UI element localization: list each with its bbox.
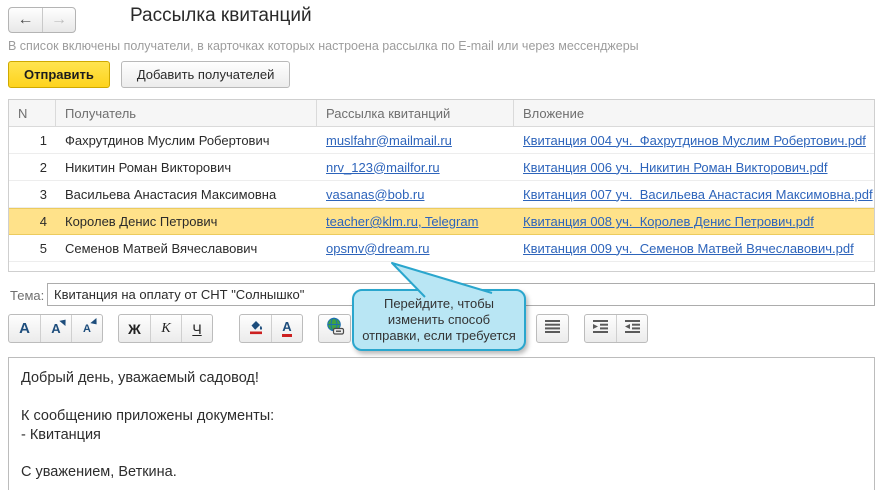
delivery-method-link[interactable]: opsmv@dream.ru (326, 241, 430, 256)
nav-history-group: ← → (8, 7, 76, 33)
callout-tail-icon (380, 255, 510, 303)
font-size-up-button[interactable]: A (40, 315, 71, 342)
text-color-icon: A (282, 320, 291, 337)
row-number: 4 (9, 214, 56, 229)
table-row[interactable]: 1Фахрутдинов Муслим Робертович muslfahr@m… (9, 127, 874, 154)
font-size-up-icon: A (51, 321, 60, 336)
column-header[interactable]: N (9, 100, 56, 126)
underline-button[interactable]: Ч (181, 315, 212, 342)
row-number: 1 (9, 133, 56, 148)
bold-button[interactable]: Ж (119, 315, 150, 342)
delivery-method-link[interactable]: vasanas@bob.ru (326, 187, 424, 202)
attachment-link[interactable]: Квитанция 009 уч. Семенов Матвей Вячесла… (523, 241, 854, 256)
subject-label: Тема: (10, 288, 44, 303)
style-group: Ж К Ч (118, 314, 213, 343)
link-group (318, 314, 351, 343)
forward-arrow-icon: → (51, 11, 67, 29)
delivery-method-link[interactable]: muslfahr@mailmail.ru (326, 133, 452, 148)
justify-icon (544, 319, 561, 338)
text-color-button[interactable]: A (271, 315, 302, 342)
align-group (536, 314, 569, 343)
font-name-button[interactable]: A (9, 315, 40, 342)
column-header[interactable]: Вложение (514, 100, 874, 126)
recipient-name: Фахрутдинов Муслим Робертович (56, 133, 317, 148)
font-size-down-button[interactable]: A (71, 315, 102, 342)
delivery-method-link[interactable]: teacher@klm.ru, Telegram (326, 214, 478, 229)
fill-color-button[interactable] (240, 315, 271, 342)
table-row[interactable]: 3Васильева Анастасия Максимовна vasanas@b… (9, 181, 874, 208)
back-button[interactable]: ← (9, 8, 42, 32)
column-header[interactable]: Рассылка квитанций (317, 100, 514, 126)
indent-decrease-button[interactable] (616, 315, 647, 342)
recipient-name: Семенов Матвей Вячеславович (56, 241, 317, 256)
attachment-link[interactable]: Квитанция 006 уч. Никитин Роман Викторов… (523, 160, 828, 175)
row-number: 2 (9, 160, 56, 175)
justify-button[interactable] (537, 315, 568, 342)
send-button[interactable]: Отправить (8, 61, 110, 88)
back-arrow-icon: ← (18, 11, 34, 29)
page-subtitle: В список включены получатели, в карточка… (8, 39, 639, 53)
attachment-link[interactable]: Квитанция 007 уч. Васильева Анастасия Ма… (523, 187, 873, 202)
recipients-table: NПолучательРассылка квитанцийВложение 1Ф… (8, 99, 875, 272)
recipient-name: Королев Денис Петрович (56, 214, 317, 229)
italic-icon: К (161, 321, 170, 337)
page-title: Рассылка квитанций (130, 5, 312, 27)
hyperlink-globe-icon (325, 317, 345, 341)
attachment-link[interactable]: Квитанция 004 уч. Фахрутдинов Муслим Роб… (523, 133, 866, 148)
table-body: 1Фахрутдинов Муслим Робертович muslfahr@m… (9, 127, 874, 262)
message-body-editor[interactable]: Добрый день, уважаемый садовод! К сообще… (8, 357, 875, 490)
indent-group (584, 314, 648, 343)
column-header[interactable]: Получатель (56, 100, 317, 126)
recipient-name: Васильева Анастасия Максимовна (56, 187, 317, 202)
font-name-icon: A (19, 320, 30, 337)
down-arrow-icon (90, 318, 99, 327)
bold-icon: Ж (128, 321, 141, 337)
indent-increase-icon (592, 319, 609, 338)
font-group: A A A (8, 314, 103, 343)
add-recipients-button[interactable]: Добавить получателей (121, 61, 291, 88)
table-row[interactable]: 2Никитин Роман Викторович nrv_123@mailfor… (9, 154, 874, 181)
table-row[interactable]: 4Королев Денис Петрович teacher@klm.ru, T… (9, 208, 874, 235)
recipient-name: Никитин Роман Викторович (56, 160, 317, 175)
delivery-method-link[interactable]: nrv_123@mailfor.ru (326, 160, 440, 175)
forward-button[interactable]: → (42, 8, 75, 32)
font-size-down-icon: A (83, 323, 91, 335)
underline-icon: Ч (192, 321, 201, 337)
attachment-link[interactable]: Квитанция 008 уч. Королев Денис Петрович… (523, 214, 814, 229)
color-group: A (239, 314, 303, 343)
actions-bar: Отправить Добавить получателей (8, 61, 290, 88)
row-number: 5 (9, 241, 56, 256)
table-header: NПолучательРассылка квитанцийВложение (9, 100, 874, 127)
indent-increase-button[interactable] (585, 315, 616, 342)
indent-decrease-icon (624, 319, 641, 338)
italic-button[interactable]: К (150, 315, 181, 342)
insert-link-button[interactable] (319, 315, 350, 342)
fill-color-icon (247, 317, 265, 340)
row-number: 3 (9, 187, 56, 202)
